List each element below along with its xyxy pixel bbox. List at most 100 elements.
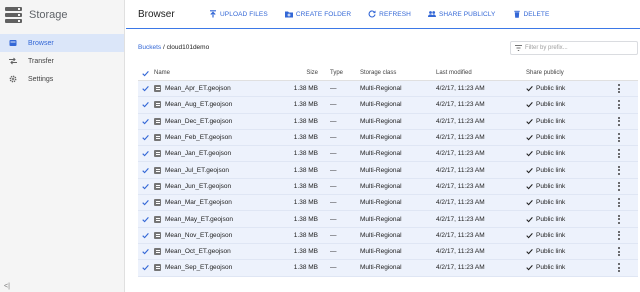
table-row[interactable]: Mean_Jan_ET.geojson 1.38 MB — Multi-Regi…	[138, 146, 638, 163]
header-name[interactable]: Name	[152, 70, 276, 76]
check-icon	[141, 118, 149, 125]
table-row[interactable]: Mean_Apr_ET.geojson 1.38 MB — Multi-Regi…	[138, 81, 638, 98]
public-checkbox-icon[interactable]	[526, 85, 533, 92]
row-more-menu[interactable]	[612, 214, 626, 224]
public-checkbox-icon[interactable]	[526, 264, 533, 271]
table-row[interactable]: Mean_Sep_ET.geojson 1.38 MB — Multi-Regi…	[138, 260, 638, 277]
header-type[interactable]: Type	[318, 70, 358, 76]
file-name-cell[interactable]: Mean_Dec_ET.geojson	[152, 117, 276, 125]
public-checkbox-icon[interactable]	[526, 101, 533, 108]
upload-files-button[interactable]: UPLOAD FILES	[209, 10, 268, 18]
public-checkbox-icon[interactable]	[526, 118, 533, 125]
public-checkbox-icon[interactable]	[526, 216, 533, 223]
row-more-menu[interactable]	[612, 165, 626, 175]
public-checkbox-icon[interactable]	[526, 167, 533, 174]
row-more-menu[interactable]	[612, 149, 626, 159]
share-publicly-button[interactable]: SHARE PUBLICLY	[427, 10, 496, 18]
delete-button[interactable]: DELETE	[513, 10, 550, 18]
public-link[interactable]: Public link	[536, 264, 565, 271]
create-folder-button[interactable]: CREATE FOLDER	[284, 10, 351, 18]
file-name-cell[interactable]: Mean_Feb_ET.geojson	[152, 134, 276, 142]
file-icon	[154, 85, 161, 93]
row-checkbox[interactable]	[138, 199, 152, 206]
table-row[interactable]: Mean_May_ET.geojson 1.38 MB — Multi-Regi…	[138, 211, 638, 228]
sidebar-item-settings[interactable]: Settings	[0, 70, 124, 88]
public-checkbox-icon[interactable]	[526, 199, 533, 206]
file-name-cell[interactable]: Mean_Oct_ET.geojson	[152, 248, 276, 256]
row-checkbox[interactable]	[138, 248, 152, 255]
public-link[interactable]: Public link	[536, 248, 565, 255]
file-name-cell[interactable]: Mean_Nov_ET.geojson	[152, 231, 276, 239]
table-row[interactable]: Mean_Aug_ET.geojson 1.38 MB — Multi-Regi…	[138, 97, 638, 114]
row-checkbox[interactable]	[138, 216, 152, 223]
table-row[interactable]: Mean_Feb_ET.geojson 1.38 MB — Multi-Regi…	[138, 129, 638, 147]
file-type: —	[330, 182, 337, 190]
public-link[interactable]: Public link	[536, 232, 565, 239]
collapse-sidebar-icon[interactable]: <|	[4, 283, 10, 290]
row-more-menu[interactable]	[612, 133, 626, 143]
row-checkbox[interactable]	[138, 118, 152, 125]
table-row[interactable]: Mean_Jun_ET.geojson 1.38 MB — Multi-Regi…	[138, 178, 638, 196]
table-row[interactable]: Mean_Nov_ET.geojson 1.38 MB — Multi-Regi…	[138, 227, 638, 244]
file-type: —	[330, 101, 337, 109]
row-checkbox[interactable]	[138, 232, 152, 239]
header-last-modified[interactable]: Last modified	[434, 70, 524, 76]
file-name-cell[interactable]: Mean_Mar_ET.geojson	[152, 199, 276, 207]
file-name-cell[interactable]: Mean_Sep_ET.geojson	[152, 264, 276, 272]
row-more-menu[interactable]	[612, 84, 626, 94]
header-storage-class[interactable]: Storage class	[358, 70, 434, 76]
table-row[interactable]: Mean_Oct_ET.geojson 1.38 MB — Multi-Regi…	[138, 243, 638, 261]
file-name-cell[interactable]: Mean_Aug_ET.geojson	[152, 101, 276, 109]
table-row[interactable]: Mean_Dec_ET.geojson 1.38 MB — Multi-Regi…	[138, 113, 638, 130]
file-name-cell[interactable]: Mean_Apr_ET.geojson	[152, 85, 276, 93]
refresh-button[interactable]: REFRESH	[368, 10, 411, 18]
public-link[interactable]: Public link	[536, 118, 565, 125]
file-size: 1.38 MB	[293, 182, 318, 190]
public-checkbox-icon[interactable]	[526, 232, 533, 239]
row-more-menu[interactable]	[612, 230, 626, 240]
public-link[interactable]: Public link	[536, 101, 565, 108]
public-link[interactable]: Public link	[536, 150, 565, 157]
public-link[interactable]: Public link	[536, 85, 565, 92]
row-more-menu[interactable]	[612, 263, 626, 273]
file-type: —	[330, 150, 337, 158]
public-link[interactable]: Public link	[536, 216, 565, 223]
row-checkbox[interactable]	[138, 134, 152, 141]
public-checkbox-icon[interactable]	[526, 183, 533, 190]
row-checkbox[interactable]	[138, 264, 152, 271]
row-more-menu[interactable]	[612, 181, 626, 191]
select-all-checkbox[interactable]	[138, 70, 152, 77]
row-checkbox[interactable]	[138, 101, 152, 108]
file-name-cell[interactable]: Mean_Jun_ET.geojson	[152, 182, 276, 190]
row-more-menu[interactable]	[612, 247, 626, 257]
table-row[interactable]: Mean_Mar_ET.geojson 1.38 MB — Multi-Regi…	[138, 195, 638, 212]
row-checkbox[interactable]	[138, 150, 152, 157]
sidebar-item-browser[interactable]: Browser	[0, 34, 124, 52]
public-link[interactable]: Public link	[536, 167, 565, 174]
sidebar-item-transfer[interactable]: Transfer	[0, 52, 124, 70]
table-body: Mean_Apr_ET.geojson 1.38 MB — Multi-Regi…	[138, 81, 638, 277]
row-more-menu[interactable]	[612, 100, 626, 110]
file-name-cell[interactable]: Mean_May_ET.geojson	[152, 215, 276, 223]
row-checkbox[interactable]	[138, 85, 152, 92]
breadcrumb-buckets-link[interactable]: Buckets	[138, 44, 161, 51]
public-checkbox-icon[interactable]	[526, 134, 533, 141]
filter-input[interactable]: Filter by prefix...	[510, 41, 638, 55]
row-more-menu[interactable]	[612, 116, 626, 126]
app-title: Storage	[29, 8, 68, 21]
table-row[interactable]: Mean_Jul_ET.geojson 1.38 MB — Multi-Regi…	[138, 162, 638, 179]
share-publicly-cell: Public link	[524, 264, 612, 271]
row-checkbox[interactable]	[138, 183, 152, 190]
header-size[interactable]: Size	[276, 70, 318, 76]
share-publicly-cell: Public link	[524, 167, 612, 174]
public-link[interactable]: Public link	[536, 199, 565, 206]
share-publicly-cell: Public link	[524, 134, 612, 141]
row-more-menu[interactable]	[612, 198, 626, 208]
public-link[interactable]: Public link	[536, 134, 565, 141]
row-checkbox[interactable]	[138, 167, 152, 174]
public-link[interactable]: Public link	[536, 183, 565, 190]
public-checkbox-icon[interactable]	[526, 248, 533, 255]
public-checkbox-icon[interactable]	[526, 150, 533, 157]
file-name-cell[interactable]: Mean_Jul_ET.geojson	[152, 166, 276, 174]
file-name-cell[interactable]: Mean_Jan_ET.geojson	[152, 150, 276, 158]
